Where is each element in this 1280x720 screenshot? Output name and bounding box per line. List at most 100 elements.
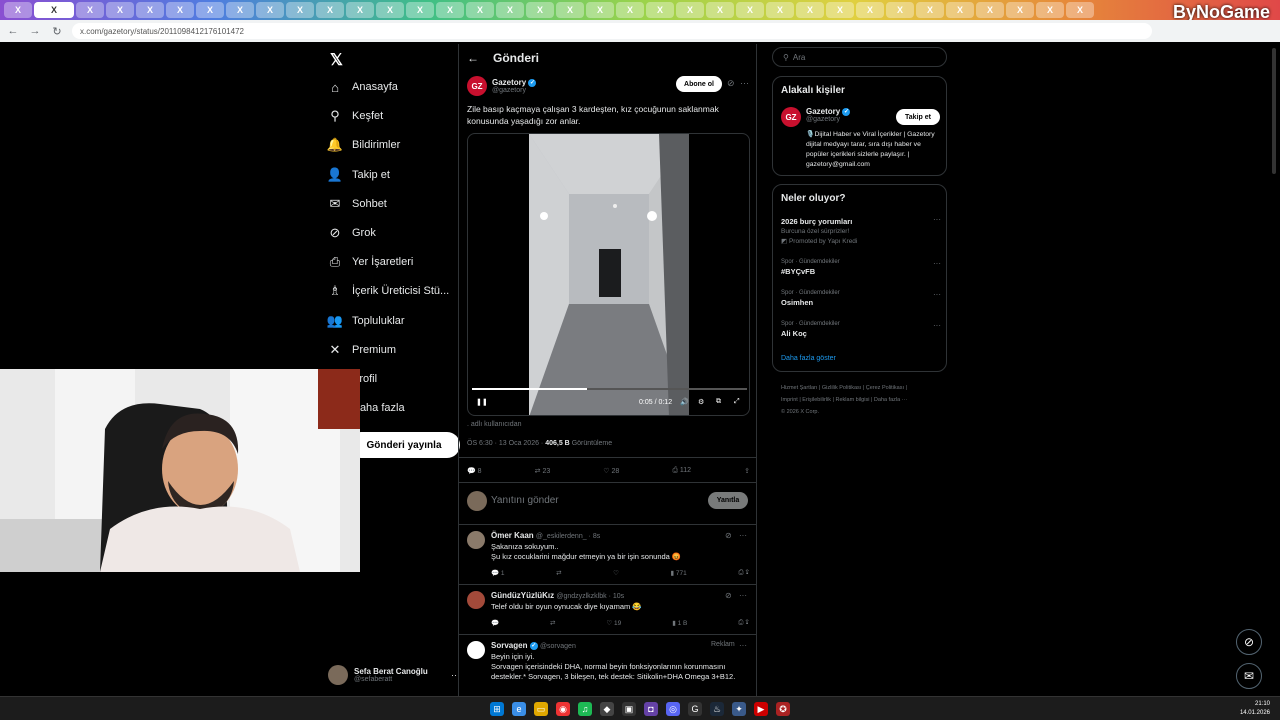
- app-icon[interactable]: ▣: [622, 702, 636, 716]
- like-action[interactable]: ♡ 28: [603, 467, 619, 475]
- browser-tab[interactable]: X: [616, 2, 644, 18]
- reply-icon[interactable]: 💬 1: [491, 569, 505, 577]
- steam-icon[interactable]: ♨: [710, 702, 724, 716]
- browser-tab[interactable]: X: [856, 2, 884, 18]
- nav-item[interactable]: ⎙ Yer İşaretleri: [328, 248, 414, 276]
- browser-tab[interactable]: X: [346, 2, 374, 18]
- browser-tab[interactable]: X: [586, 2, 614, 18]
- reload-icon[interactable]: ↻: [50, 25, 64, 38]
- browser-tab[interactable]: X: [4, 2, 32, 18]
- browser-tab[interactable]: X: [286, 2, 314, 18]
- nav-item[interactable]: 🔔 Bildirimler: [327, 131, 400, 159]
- browser-tab-active[interactable]: X: [34, 2, 74, 18]
- back-arrow-icon[interactable]: ←: [467, 51, 479, 65]
- reply-item[interactable]: GündüzYüzlüKız @gndzyzlkzklbk · 10s ⊘ ··…: [459, 585, 756, 633]
- footer-line[interactable]: Hizmet Şartları | Gizlilik Politikası | …: [781, 382, 941, 394]
- browser-tab[interactable]: X: [676, 2, 704, 18]
- video-progress-track[interactable]: [472, 388, 747, 390]
- related-name[interactable]: Gazetory: [806, 107, 840, 116]
- app-icon[interactable]: ✪: [776, 702, 790, 716]
- browser-tab[interactable]: X: [496, 2, 524, 18]
- discord-icon[interactable]: ◎: [666, 702, 680, 716]
- browser-tab[interactable]: X: [706, 2, 734, 18]
- heart-icon[interactable]: ♡: [613, 569, 619, 577]
- nav-item[interactable]: 👥 Topluluklar: [327, 307, 405, 335]
- browser-tab[interactable]: X: [826, 2, 854, 18]
- repost-icon[interactable]: ⇄: [550, 619, 555, 627]
- grok-icon[interactable]: ⊘: [725, 531, 732, 540]
- source-text[interactable]: . adlı kullanıcıdan: [467, 421, 521, 428]
- forward-arrow-icon[interactable]: →: [28, 25, 42, 37]
- trend-item[interactable]: Spor · Gündemdekiler Ali Koç ···: [781, 321, 941, 338]
- nav-item[interactable]: ✕ Premium: [328, 336, 396, 364]
- settings-gear-icon[interactable]: ⚙: [698, 398, 704, 406]
- browser-tab[interactable]: X: [1036, 2, 1064, 18]
- reply-button[interactable]: Yanıtla: [708, 492, 748, 509]
- volume-icon[interactable]: 🔊: [680, 398, 689, 406]
- app-icon[interactable]: G: [688, 702, 702, 716]
- file-explorer-icon[interactable]: ▭: [534, 702, 548, 716]
- browser-tab[interactable]: X: [106, 2, 134, 18]
- footer-line[interactable]: Imprint | Erişilebilirlik | Reklam bilgi…: [781, 394, 941, 406]
- messages-fab-icon[interactable]: ✉: [1236, 663, 1262, 689]
- more-dots-icon[interactable]: ···: [739, 531, 747, 540]
- browser-tab[interactable]: X: [226, 2, 254, 18]
- browser-tab[interactable]: X: [916, 2, 944, 18]
- spotify-icon[interactable]: ♫: [578, 702, 592, 716]
- windows-start-icon[interactable]: ⊞: [490, 702, 504, 716]
- browser-tab[interactable]: X: [136, 2, 164, 18]
- browser-tab[interactable]: X: [316, 2, 344, 18]
- more-dots-icon[interactable]: ···: [933, 259, 941, 268]
- browser-tab[interactable]: X: [166, 2, 194, 18]
- more-dots-icon[interactable]: ···: [739, 591, 747, 600]
- repost-action[interactable]: ⇄ 23: [535, 467, 551, 475]
- browser-tab[interactable]: X: [736, 2, 764, 18]
- subscribe-button[interactable]: Abone ol: [676, 76, 722, 92]
- pause-icon[interactable]: ❚❚: [476, 398, 488, 406]
- reply-input[interactable]: Yanıtını gönder: [491, 495, 559, 506]
- reply-icon[interactable]: 💬: [491, 619, 499, 627]
- app-icon[interactable]: ✦: [732, 702, 746, 716]
- post-button[interactable]: Gönderi yayınla: [348, 432, 460, 458]
- browser-tab[interactable]: X: [196, 2, 224, 18]
- bookmark-action[interactable]: ⎙ 112: [672, 467, 691, 475]
- trend-item[interactable]: Spor · Gündemdekiler Osimhen ···: [781, 290, 941, 307]
- browser-tab[interactable]: X: [766, 2, 794, 18]
- nav-item[interactable]: ⊘ Grok: [328, 219, 376, 247]
- account-switcher[interactable]: Sefa Berat Canoğlu @sefaberatt ···: [328, 660, 460, 690]
- chrome-icon[interactable]: ◉: [556, 702, 570, 716]
- grok-icon[interactable]: ⊘: [727, 78, 735, 89]
- nav-item[interactable]: ✉ Sohbet: [328, 190, 387, 218]
- grok-icon[interactable]: ⊘: [725, 591, 732, 600]
- youtube-icon[interactable]: ▶: [754, 702, 768, 716]
- more-dots-icon[interactable]: ···: [933, 215, 941, 224]
- post-author[interactable]: GZ Gazetory ✓ @gazetory: [467, 76, 537, 96]
- browser-tab[interactable]: X: [466, 2, 494, 18]
- nav-item[interactable]: ♗ İçerik Üreticisi Stü...: [328, 277, 449, 305]
- show-more-link[interactable]: Daha fazla göster: [781, 355, 836, 362]
- more-dots-icon[interactable]: ···: [933, 290, 941, 299]
- more-dots-icon[interactable]: ···: [933, 321, 941, 330]
- x-logo-icon[interactable]: 𝕏: [330, 50, 343, 70]
- share-icon[interactable]: ⇪: [744, 467, 750, 475]
- system-clock[interactable]: 21:10 14.01.2026: [1240, 700, 1270, 718]
- trend-item[interactable]: 2026 burç yorumları Burcuna özel sürpriz…: [781, 215, 941, 245]
- more-dots-icon[interactable]: ···: [739, 641, 747, 650]
- trend-item[interactable]: Spor · Gündemdekiler #BYÇvFB ···: [781, 259, 941, 276]
- back-arrow-icon[interactable]: ←: [6, 25, 20, 37]
- browser-tab[interactable]: X: [436, 2, 464, 18]
- nav-item[interactable]: 👤 Takip et: [327, 161, 390, 189]
- fullscreen-icon[interactable]: ⤢: [734, 398, 740, 406]
- browser-tab[interactable]: X: [796, 2, 824, 18]
- browser-tab[interactable]: X: [526, 2, 554, 18]
- repost-icon[interactable]: ⇄: [556, 569, 561, 577]
- browser-tab[interactable]: X: [256, 2, 284, 18]
- browser-tab[interactable]: X: [886, 2, 914, 18]
- bookmark-icon[interactable]: ⎙ ⇪: [738, 569, 749, 577]
- browser-tab[interactable]: X: [976, 2, 1004, 18]
- nav-item[interactable]: ⌂ Anasayfa: [328, 73, 398, 101]
- views-icon[interactable]: ▮ 771: [671, 569, 687, 577]
- browser-tab[interactable]: X: [406, 2, 434, 18]
- app-icon[interactable]: ◆: [600, 702, 614, 716]
- browser-tab[interactable]: X: [946, 2, 974, 18]
